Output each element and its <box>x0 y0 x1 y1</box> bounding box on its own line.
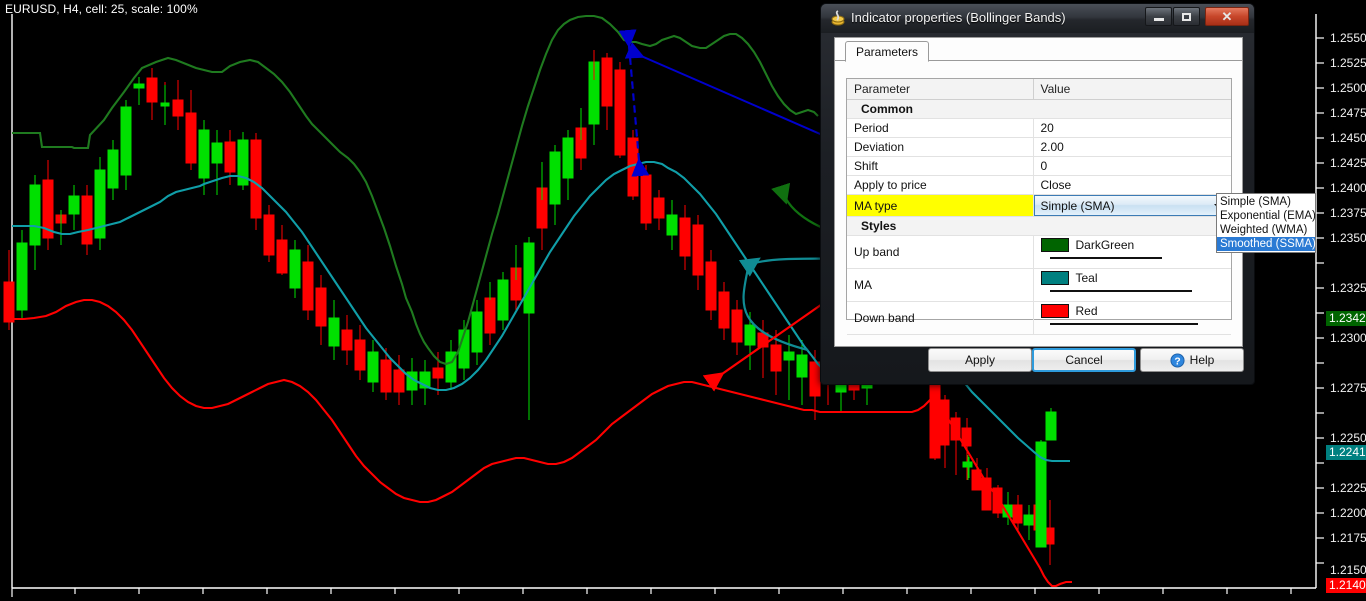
lower-band-price-badge: 1.2140 <box>1326 578 1366 593</box>
price-tick: 1.2250 <box>1330 431 1366 445</box>
param-value-shift[interactable]: 0 <box>1033 156 1231 176</box>
ma-type-dropdown-list[interactable]: Simple (SMA) Exponential (EMA) Weighted … <box>1216 193 1316 253</box>
param-value-down-band[interactable]: Red <box>1033 301 1231 335</box>
maximize-icon <box>1182 12 1191 21</box>
indicator-icon <box>831 10 845 26</box>
table-row-down-band: Down band Red <box>847 301 1231 335</box>
table-row-period: Period 20 <box>847 118 1231 138</box>
price-tick: 1.2200 <box>1330 506 1366 520</box>
help-icon: ? <box>1170 352 1185 368</box>
line-style-preview-ma[interactable] <box>1049 290 1192 292</box>
color-name-ma: Teal <box>1075 271 1098 285</box>
maximize-button[interactable] <box>1173 7 1200 26</box>
column-header-value: Value <box>1033 79 1231 100</box>
param-label-deviation: Deviation <box>847 137 1034 157</box>
dialog-content: Parameters Parameter Value Common Period… <box>834 37 1243 347</box>
ma-type-combobox[interactable]: Simple (SMA) <box>1033 195 1231 216</box>
param-label-up-band: Up band <box>847 235 1034 269</box>
minimize-button[interactable] <box>1145 7 1172 26</box>
dropdown-option-weighted-wma[interactable]: Weighted (WMA) <box>1217 223 1315 237</box>
svg-text:?: ? <box>1174 356 1180 367</box>
table-row-apply-to-price: Apply to price Close <box>847 175 1231 195</box>
line-style-preview-down-band[interactable] <box>1049 323 1198 325</box>
ma-price-badge: 1.2241 <box>1326 445 1366 460</box>
table-row-ma: MA Teal <box>847 268 1231 302</box>
param-value-period[interactable]: 20 <box>1033 118 1231 138</box>
cancel-button[interactable]: Cancel <box>1032 348 1136 372</box>
dropdown-option-smoothed-ssma[interactable]: Smoothed (SSMA) <box>1217 237 1316 251</box>
parameters-table: Parameter Value Common Period 20 Deviati… <box>847 79 1231 335</box>
color-name-up-band: DarkGreen <box>1075 238 1135 252</box>
param-value-ma[interactable]: Teal <box>1033 268 1231 302</box>
close-button[interactable]: ✕ <box>1205 7 1249 26</box>
tab-strip: Parameters <box>835 38 1242 62</box>
apply-button[interactable]: Apply <box>928 348 1032 372</box>
table-row-deviation: Deviation 2.00 <box>847 137 1231 157</box>
table-row-ma-type: MA type Simple (SMA) <box>847 194 1231 217</box>
price-tick: 1.2150 <box>1330 563 1366 577</box>
dropdown-option-simple-sma[interactable]: Simple (SMA) <box>1217 195 1315 209</box>
group-row-common: Common <box>847 99 1231 119</box>
upper-band-price-badge: 1.2342 <box>1326 311 1366 326</box>
param-label-apply-to-price: Apply to price <box>847 175 1034 195</box>
param-label-period: Period <box>847 118 1034 138</box>
group-label-styles: Styles <box>847 216 1231 236</box>
group-label-common: Common <box>847 99 1231 119</box>
application-window: EURUSD, H4, cell: 25, scale: 100% 1.2550… <box>0 0 1366 601</box>
dialog-title: Indicator properties (Bollinger Bands) <box>851 10 1066 25</box>
close-icon: ✕ <box>1221 9 1233 24</box>
price-tick: 1.2550 <box>1330 31 1366 45</box>
up-band-pointer <box>624 42 851 148</box>
column-header-parameter: Parameter <box>847 79 1034 100</box>
dropdown-option-exponential-ema[interactable]: Exponential (EMA) <box>1217 209 1316 223</box>
dialog-titlebar[interactable]: Indicator properties (Bollinger Bands) ✕ <box>821 4 1254 33</box>
table-header-row: Parameter Value <box>847 79 1231 100</box>
price-tick: 1.2375 <box>1330 206 1366 220</box>
tab-parameters[interactable]: Parameters <box>845 41 930 62</box>
chart-title: EURUSD, H4, cell: 25, scale: 100% <box>5 2 198 16</box>
price-tick: 1.2500 <box>1330 81 1366 95</box>
param-value-ma-type[interactable]: Simple (SMA) <box>1033 194 1231 217</box>
param-label-ma-type: MA type <box>847 194 1034 217</box>
price-tick: 1.2225 <box>1330 481 1366 495</box>
table-row-shift: Shift 0 <box>847 156 1231 176</box>
indicator-properties-dialog[interactable]: Indicator properties (Bollinger Bands) ✕… <box>820 3 1255 385</box>
param-value-apply-to-price[interactable]: Close <box>1033 175 1231 195</box>
price-tick: 1.2300 <box>1330 331 1366 345</box>
help-button[interactable]: ? Help <box>1140 348 1244 372</box>
ma-type-selected-value: Simple (SMA) <box>1040 198 1115 213</box>
param-label-down-band: Down band <box>847 301 1034 335</box>
param-label-shift: Shift <box>847 156 1034 176</box>
param-value-up-band[interactable]: DarkGreen <box>1033 235 1231 269</box>
color-swatch-ma[interactable] <box>1040 271 1069 285</box>
price-tick: 1.2325 <box>1330 281 1366 295</box>
parameters-table-panel: Parameter Value Common Period 20 Deviati… <box>846 78 1232 335</box>
price-tick: 1.2175 <box>1330 531 1366 545</box>
line-style-preview-up-band[interactable] <box>1049 257 1162 259</box>
price-tick: 1.2400 <box>1330 181 1366 195</box>
color-swatch-up-band[interactable] <box>1040 238 1069 252</box>
color-name-down-band: Red <box>1075 304 1098 318</box>
table-row-up-band: Up band DarkGreen <box>847 235 1231 269</box>
price-tick: 1.2275 <box>1330 381 1366 395</box>
color-swatch-down-band[interactable] <box>1040 304 1069 318</box>
param-label-ma: MA <box>847 268 1034 302</box>
group-row-styles: Styles <box>847 216 1231 236</box>
minimize-icon <box>1153 18 1164 21</box>
price-tick: 1.2350 <box>1330 231 1366 245</box>
price-tick: 1.2450 <box>1330 131 1366 145</box>
price-tick: 1.2475 <box>1330 106 1366 120</box>
price-tick: 1.2525 <box>1330 56 1366 70</box>
price-tick: 1.2425 <box>1330 156 1366 170</box>
param-value-deviation[interactable]: 2.00 <box>1033 137 1231 157</box>
help-button-label: Help <box>1189 353 1215 367</box>
